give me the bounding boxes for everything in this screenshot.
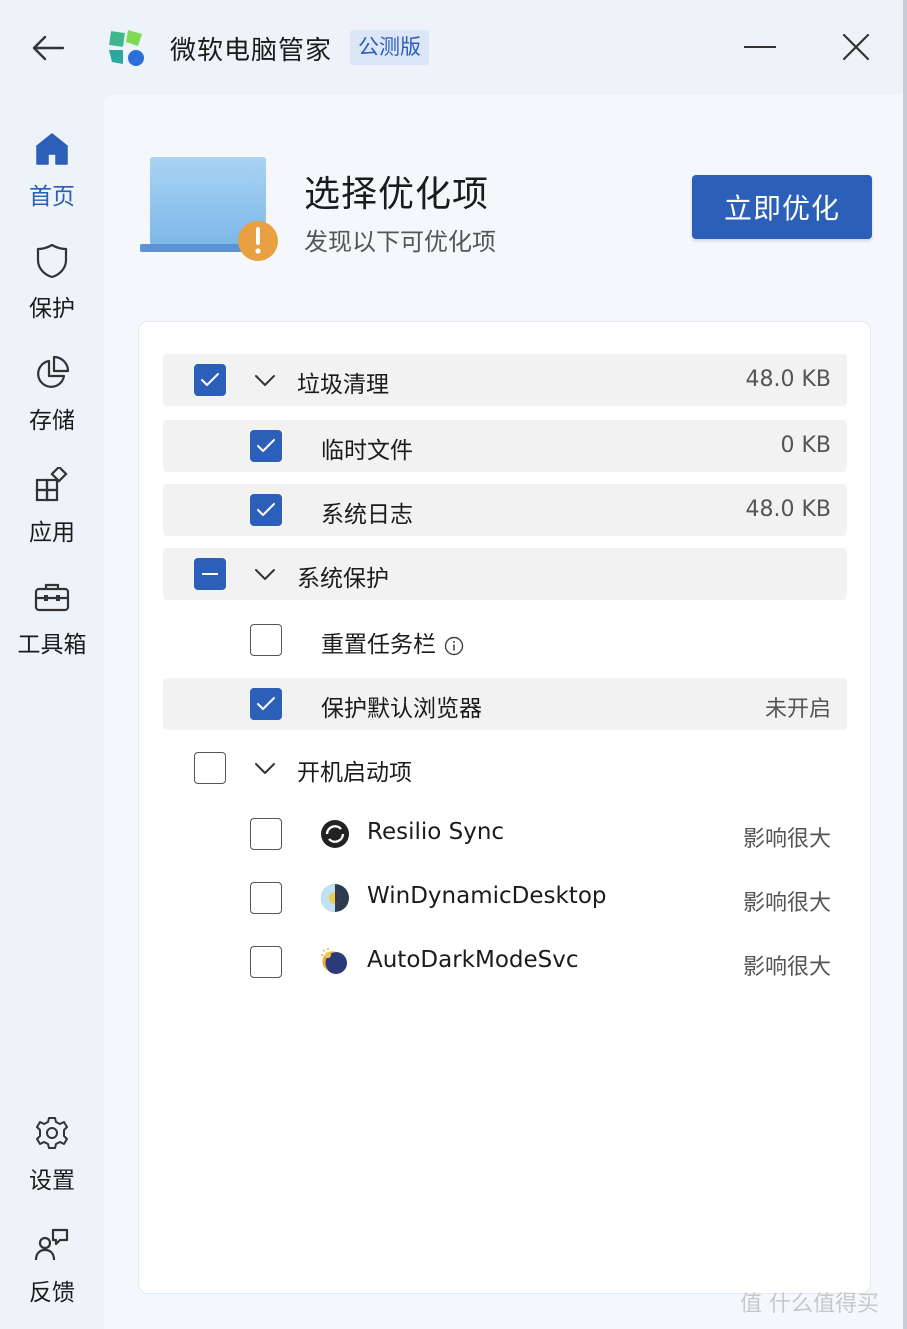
optimize-now-button[interactable]: 立即优化 (692, 175, 872, 239)
sidebar-item-feedback[interactable]: 反馈 (0, 1225, 104, 1325)
size-value: 48.0 KB (745, 497, 832, 522)
chevron-down-icon (255, 569, 275, 580)
size-value: 0 KB (780, 433, 831, 458)
windynamicdesktop-icon (320, 883, 350, 913)
checkbox[interactable] (250, 430, 282, 462)
watermark: 值 什么值得买 (740, 1292, 879, 1317)
laptop-warning-illustration (140, 155, 290, 265)
group-label: 开机启动项 (297, 760, 412, 786)
sidebar-item-home[interactable]: 首页 (0, 129, 104, 229)
item-label: 系统日志 (321, 502, 413, 528)
apps-icon (32, 465, 72, 505)
sidebar-item-toolbox[interactable]: 工具箱 (0, 577, 104, 677)
item-label: 重置任务栏 (321, 632, 436, 658)
item-row-resilio-sync[interactable]: Resilio Sync 影响很大 (163, 808, 847, 860)
sidebar-item-label: 工具箱 (17, 632, 87, 658)
sidebar-item-label: 首页 (29, 184, 75, 210)
group-label: 垃圾清理 (297, 372, 389, 398)
item-label: 临时文件 (321, 438, 413, 464)
item-row-reset-taskbar[interactable]: 重置任务栏 (163, 614, 847, 666)
chevron-down-icon (255, 763, 275, 774)
toolbox-icon (32, 577, 72, 617)
back-button[interactable] (26, 28, 70, 68)
group-row-startup-apps[interactable]: 开机启动项 (163, 742, 847, 794)
impact-value: 影响很大 (742, 955, 831, 980)
item-label: Resilio Sync (367, 819, 505, 845)
sidebar-item-protect[interactable]: 保护 (0, 241, 104, 341)
checkmark-icon (201, 373, 219, 386)
item-label: AutoDarkModeSvc (367, 947, 579, 973)
checkbox[interactable] (250, 818, 282, 850)
item-label: 保护默认浏览器 (321, 696, 482, 722)
sidebar: 首页 保护 存储 应用 工具箱 设置 反馈 (0, 95, 104, 1329)
main-content: 选择优化项 发现以下可优化项 立即优化 垃圾清理 48.0 KB 临时文件 0 … (104, 95, 903, 1329)
checkbox[interactable] (250, 688, 282, 720)
checkmark-icon (257, 439, 275, 452)
info-icon[interactable] (444, 636, 464, 656)
checkbox[interactable] (250, 624, 282, 656)
sidebar-item-label: 设置 (29, 1168, 75, 1194)
group-label: 系统保护 (297, 566, 389, 592)
autodarkmode-icon (320, 947, 350, 977)
page-subtitle: 发现以下可优化项 (304, 228, 496, 256)
checkbox[interactable] (250, 494, 282, 526)
feedback-icon (32, 1225, 72, 1265)
item-row-system-log[interactable]: 系统日志 48.0 KB (163, 484, 847, 536)
checkbox[interactable] (250, 882, 282, 914)
item-row-protect-default-browser[interactable]: 保护默认浏览器 未开启 (163, 678, 847, 730)
group-row-junk-cleanup[interactable]: 垃圾清理 48.0 KB (163, 354, 847, 406)
sidebar-item-label: 保护 (29, 296, 75, 322)
checkbox[interactable] (194, 752, 226, 784)
checkmark-icon (257, 503, 275, 516)
app-window: 微软电脑管家 公测版 首页 保护 存储 应用 工具箱 设置 反馈 选择优化项 发… (0, 0, 903, 1329)
chevron-down-icon (255, 375, 275, 386)
shield-icon (32, 241, 72, 281)
optimization-list-panel: 垃圾清理 48.0 KB 临时文件 0 KB 系统日志 48.0 KB 系统保护… (138, 321, 871, 1294)
checkbox[interactable] (194, 364, 226, 396)
app-title: 微软电脑管家 (170, 36, 333, 66)
item-row-windynamicdesktop[interactable]: WinDynamicDesktop 影响很大 (163, 872, 847, 924)
expand-toggle[interactable] (251, 560, 279, 588)
close-button[interactable] (835, 26, 877, 68)
resilio-sync-icon (320, 819, 350, 849)
expand-toggle[interactable] (251, 754, 279, 782)
checkbox[interactable] (250, 946, 282, 978)
app-logo-icon (106, 28, 146, 68)
sidebar-item-storage[interactable]: 存储 (0, 353, 104, 453)
status-value: 未开启 (764, 697, 831, 722)
group-row-system-protection[interactable]: 系统保护 (163, 548, 847, 600)
minimize-icon (744, 46, 776, 48)
item-label-wrap: 重置任务栏 (321, 625, 464, 659)
checkmark-icon (257, 697, 275, 710)
page-title: 选择优化项 (304, 174, 490, 215)
minimize-button[interactable] (740, 26, 780, 68)
sidebar-item-apps[interactable]: 应用 (0, 465, 104, 565)
close-icon (842, 33, 870, 61)
arrow-left-icon (32, 35, 65, 61)
indeterminate-icon (202, 573, 218, 575)
title-bar: 微软电脑管家 公测版 (0, 0, 903, 95)
sidebar-item-label: 应用 (29, 520, 75, 546)
size-value: 48.0 KB (745, 367, 832, 392)
expand-toggle[interactable] (251, 366, 279, 394)
pie-chart-icon (32, 353, 72, 393)
impact-value: 影响很大 (742, 891, 831, 916)
beta-badge: 公测版 (350, 30, 429, 65)
item-label: WinDynamicDesktop (367, 883, 607, 909)
sidebar-item-settings[interactable]: 设置 (0, 1113, 104, 1213)
sidebar-item-label: 存储 (29, 408, 75, 434)
sidebar-item-label: 反馈 (29, 1280, 75, 1306)
window-edge (903, 0, 907, 1329)
item-row-temp-files[interactable]: 临时文件 0 KB (163, 420, 847, 472)
checkbox[interactable] (194, 558, 226, 590)
impact-value: 影响很大 (742, 827, 831, 852)
gear-icon (32, 1113, 72, 1153)
item-row-autodarkmodesvc[interactable]: AutoDarkModeSvc 影响很大 (163, 936, 847, 988)
home-icon (32, 129, 72, 169)
